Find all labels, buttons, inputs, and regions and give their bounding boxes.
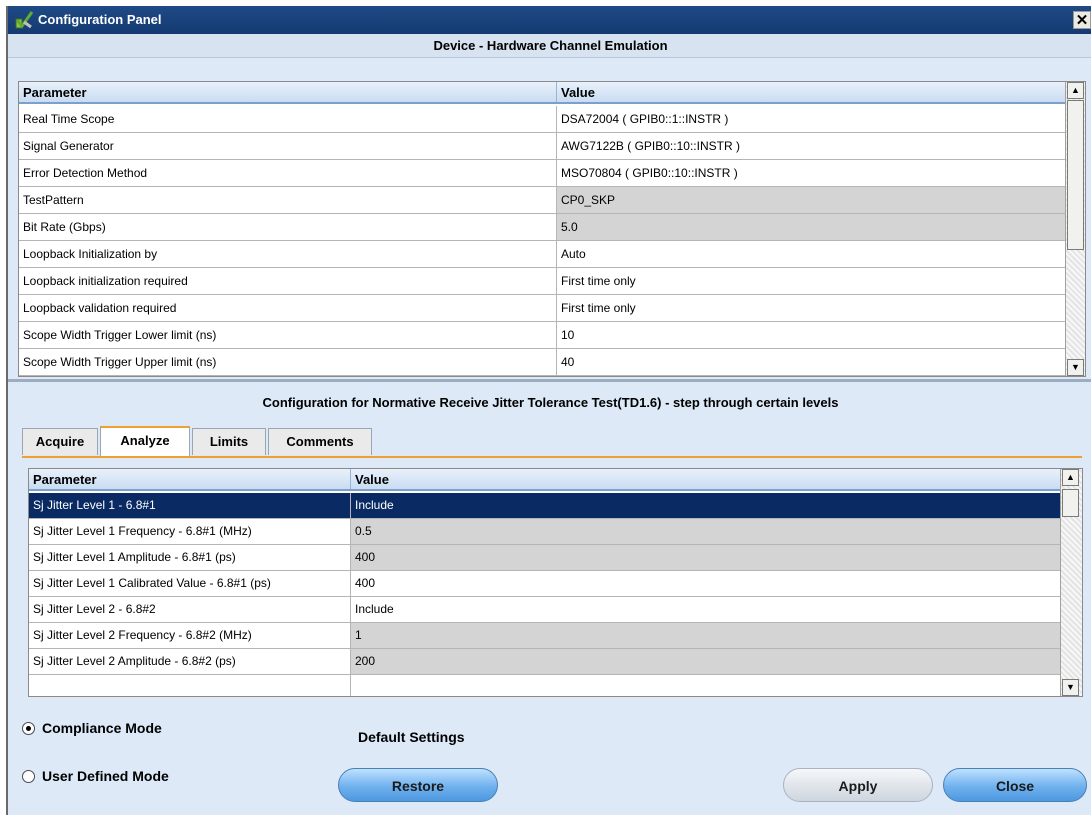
scroll-up-icon[interactable]: ▲ <box>1067 82 1084 99</box>
device-section-header: Device - Hardware Channel Emulation <box>8 34 1091 58</box>
parameter-cell: Bit Rate (Gbps) <box>23 220 106 234</box>
window-title: Configuration Panel <box>38 12 162 27</box>
table-row[interactable]: TestPattern CP0_SKP <box>19 187 1066 214</box>
column-header-value[interactable]: Value <box>556 82 1066 102</box>
device-grid[interactable]: Parameter Value Real Time Scope DSA72004 … <box>18 81 1086 377</box>
table-row[interactable]: Sj Jitter Level 2 Amplitude - 6.8#2 (ps)… <box>29 649 1061 675</box>
parameter-cell: Scope Width Trigger Lower limit (ns) <box>23 328 217 342</box>
table-row[interactable]: Sj Jitter Level 1 Amplitude - 6.8#1 (ps)… <box>29 545 1061 571</box>
value-cell[interactable]: 1 <box>350 623 1061 648</box>
table-row[interactable]: Sj Jitter Level 1 Calibrated Value - 6.8… <box>29 571 1061 597</box>
close-icon[interactable]: ✕ <box>1073 11 1091 29</box>
value-cell[interactable] <box>350 675 1061 696</box>
checkmark-wrench-icon <box>15 11 34 29</box>
value-cell[interactable]: Auto <box>556 241 1066 267</box>
value-cell[interactable]: 0.5 <box>350 519 1061 544</box>
table-row[interactable]: Sj Jitter Level 1 - 6.8#1 Include <box>29 493 1061 519</box>
scroll-thumb[interactable] <box>1062 489 1079 517</box>
table-row[interactable]: Signal Generator AWG7122B ( GPIB0::10::IN… <box>19 133 1066 160</box>
value-cell[interactable]: First time only <box>556 268 1066 294</box>
radio-selected-icon[interactable] <box>22 722 35 735</box>
table-row[interactable]: Error Detection Method MSO70804 ( GPIB0::… <box>19 160 1066 187</box>
parameter-cell: Signal Generator <box>23 139 114 153</box>
table-row[interactable]: Scope Width Trigger Upper limit (ns) 40 <box>19 349 1066 376</box>
parameter-cell: TestPattern <box>23 193 84 207</box>
table-row[interactable]: Loopback validation required First time o… <box>19 295 1066 322</box>
parameter-cell: Scope Width Trigger Upper limit (ns) <box>23 355 217 369</box>
value-cell[interactable]: Include <box>350 493 1061 518</box>
value-cell[interactable]: 400 <box>350 545 1061 570</box>
value-cell[interactable]: AWG7122B ( GPIB0::10::INSTR ) <box>556 133 1066 159</box>
restore-button[interactable]: Restore <box>338 768 498 802</box>
scroll-down-icon[interactable]: ▼ <box>1067 359 1084 376</box>
column-header-parameter[interactable]: Parameter <box>19 82 556 102</box>
value-cell[interactable]: CP0_SKP <box>556 187 1066 213</box>
parameter-cell: Loopback validation required <box>23 301 177 315</box>
value-cell[interactable]: DSA72004 ( GPIB0::1::INSTR ) <box>556 106 1066 132</box>
value-cell[interactable]: First time only <box>556 295 1066 321</box>
table-row[interactable]: Loopback Initialization by Auto <box>19 241 1066 268</box>
parameter-cell: Sj Jitter Level 1 Calibrated Value - 6.8… <box>33 576 271 590</box>
table-row[interactable]: Loopback initialization required First ti… <box>19 268 1066 295</box>
title-bar[interactable]: Configuration Panel ✕ <box>8 6 1091 34</box>
table-row[interactable] <box>29 675 1061 696</box>
table-row[interactable]: Sj Jitter Level 2 Frequency - 6.8#2 (MHz… <box>29 623 1061 649</box>
device-grid-scrollbar[interactable]: ▲ ▼ <box>1065 82 1085 376</box>
parameter-cell: Sj Jitter Level 2 - 6.8#2 <box>33 602 156 616</box>
value-cell[interactable]: 5.0 <box>556 214 1066 240</box>
column-header-parameter[interactable]: Parameter <box>29 469 350 489</box>
value-cell[interactable]: Include <box>350 597 1061 622</box>
parameter-cell: Loopback initialization required <box>23 274 188 288</box>
column-header-value[interactable]: Value <box>350 469 1061 489</box>
config-section-header: Configuration for Normative Receive Jitt… <box>8 391 1091 415</box>
table-row[interactable]: Sj Jitter Level 1 Frequency - 6.8#1 (MHz… <box>29 519 1061 545</box>
tab-comments[interactable]: Comments <box>268 428 372 455</box>
tab-acquire[interactable]: Acquire <box>22 428 98 455</box>
parameter-cell: Real Time Scope <box>23 112 115 126</box>
config-grid[interactable]: Parameter Value Sj Jitter Level 1 - 6.8#… <box>28 468 1083 697</box>
parameter-cell: Sj Jitter Level 2 Amplitude - 6.8#2 (ps) <box>33 654 236 668</box>
default-settings-label: Default Settings <box>358 729 465 745</box>
table-row[interactable]: Bit Rate (Gbps) 5.0 <box>19 214 1066 241</box>
scroll-thumb[interactable] <box>1067 100 1084 250</box>
parameter-cell: Loopback Initialization by <box>23 247 158 261</box>
value-cell[interactable]: 40 <box>556 349 1066 375</box>
scroll-down-icon[interactable]: ▼ <box>1062 679 1079 696</box>
parameter-cell <box>29 675 350 696</box>
close-button[interactable]: Close <box>943 768 1087 802</box>
table-row[interactable]: Sj Jitter Level 2 - 6.8#2 Include <box>29 597 1061 623</box>
config-grid-scrollbar[interactable]: ▲ ▼ <box>1060 469 1082 696</box>
device-grid-header: Parameter Value <box>19 82 1066 104</box>
value-cell[interactable]: 200 <box>350 649 1061 674</box>
table-row[interactable]: Real Time Scope DSA72004 ( GPIB0::1::INST… <box>19 106 1066 133</box>
configuration-panel-window: Configuration Panel ✕ Device - Hardware … <box>6 6 1091 815</box>
parameter-cell: Sj Jitter Level 1 - 6.8#1 <box>29 493 350 518</box>
tab-limits[interactable]: Limits <box>192 428 266 455</box>
parameter-cell: Sj Jitter Level 1 Amplitude - 6.8#1 (ps) <box>33 550 236 564</box>
scroll-up-icon[interactable]: ▲ <box>1062 469 1079 486</box>
apply-button[interactable]: Apply <box>783 768 933 802</box>
panel-splitter[interactable] <box>8 379 1091 382</box>
value-cell[interactable]: MSO70804 ( GPIB0::10::INSTR ) <box>556 160 1066 186</box>
parameter-cell: Sj Jitter Level 2 Frequency - 6.8#2 (MHz… <box>33 628 252 642</box>
parameter-cell: Error Detection Method <box>23 166 148 180</box>
tab-underline <box>22 456 1082 458</box>
parameter-cell: Sj Jitter Level 1 Frequency - 6.8#1 (MHz… <box>33 524 252 538</box>
value-cell[interactable]: 400 <box>350 571 1061 596</box>
tab-analyze[interactable]: Analyze <box>100 426 190 457</box>
value-cell[interactable]: 10 <box>556 322 1066 348</box>
table-row[interactable]: Scope Width Trigger Lower limit (ns) 10 <box>19 322 1066 349</box>
radio-unselected-icon[interactable] <box>22 770 35 783</box>
config-grid-header: Parameter Value <box>29 469 1061 491</box>
